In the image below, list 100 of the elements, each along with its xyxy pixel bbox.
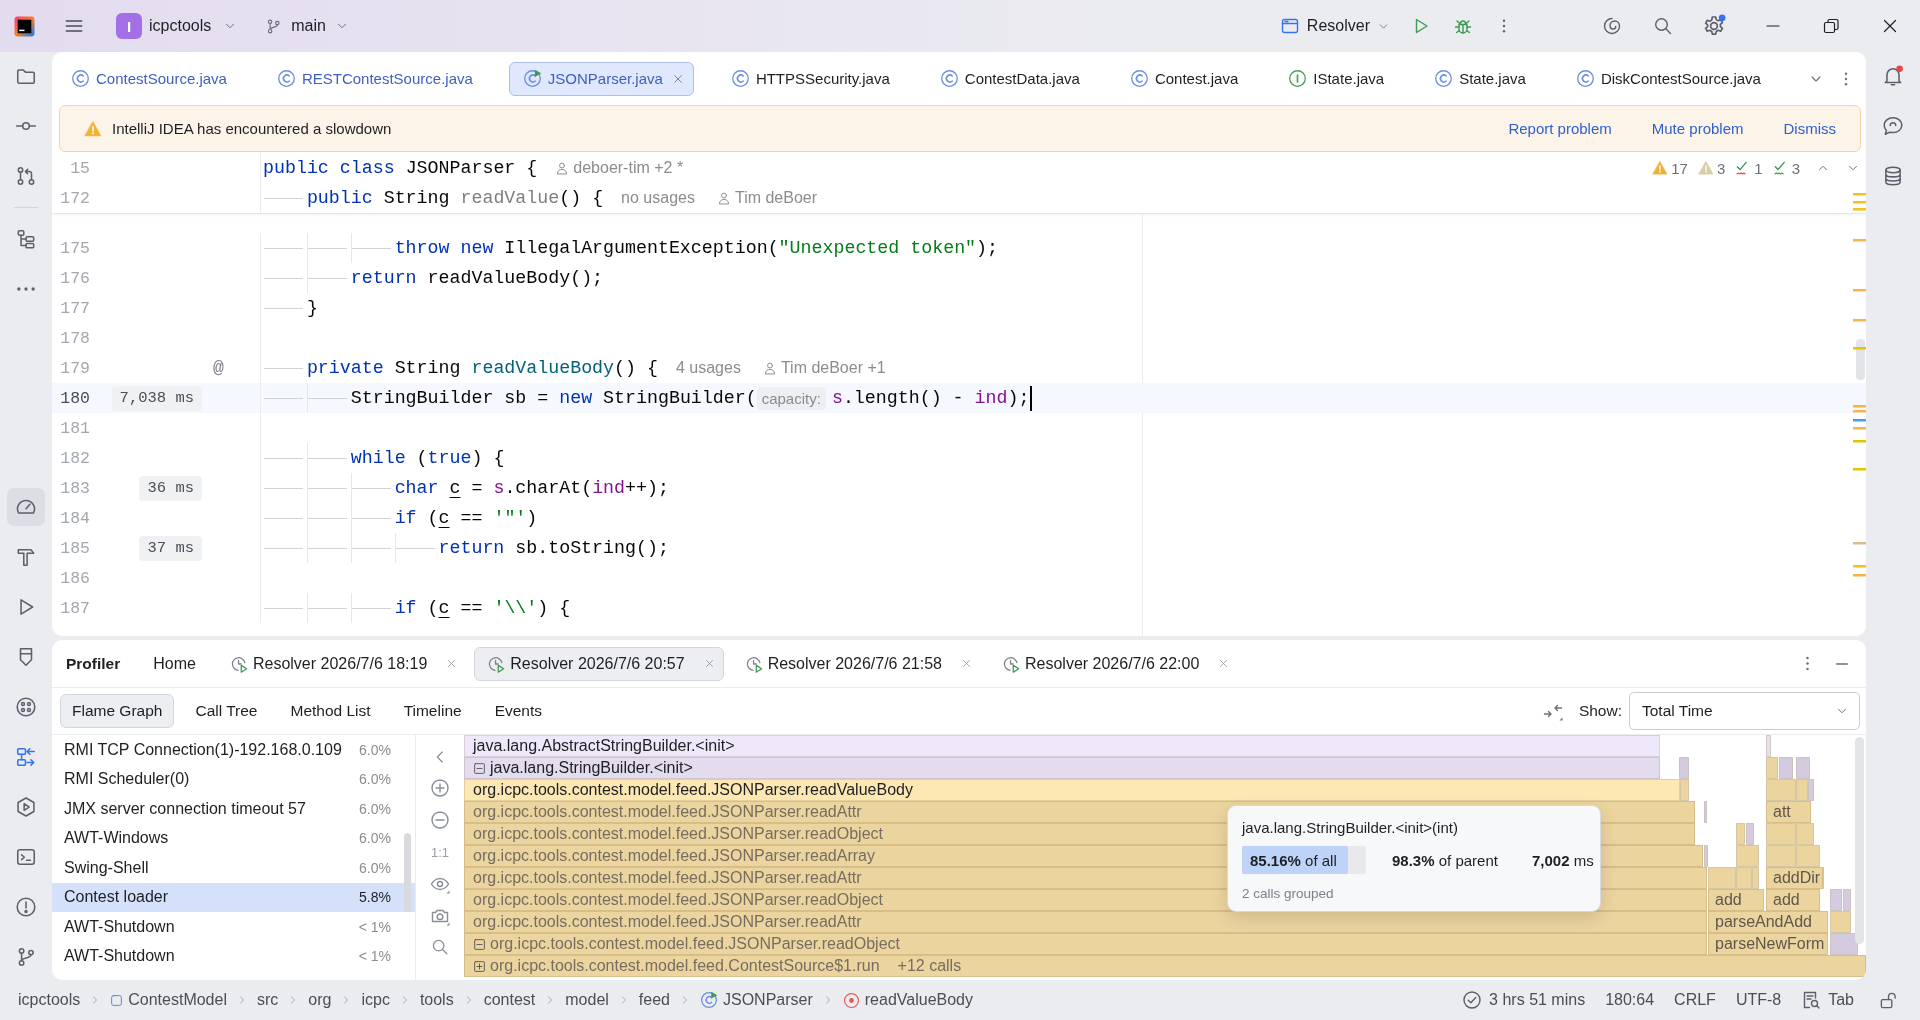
search-icon[interactable] (431, 938, 449, 956)
gauge-icon[interactable] (7, 488, 45, 526)
flame-frame[interactable]: add (1766, 889, 1820, 911)
execution-time[interactable]: 36 ms (139, 475, 202, 501)
flame-frame[interactable]: addDir (1766, 867, 1823, 889)
status-widget[interactable]: Tab (1801, 990, 1854, 1010)
run-configuration-selector[interactable]: Resolver (1279, 16, 1390, 36)
usages-hint[interactable]: no usages (621, 189, 695, 207)
banner-link[interactable]: Dismiss (1783, 120, 1836, 137)
view-tab[interactable]: Flame Graph (60, 694, 175, 728)
inspection-counter[interactable]: 3 (1772, 159, 1800, 177)
flame-frame[interactable]: org.icpc.tools.contest.model.feed.JSONParser.readObject (464, 933, 1707, 955)
spiral-icon[interactable] (1602, 16, 1622, 36)
zoom-in-icon[interactable] (430, 778, 450, 798)
settings-icon[interactable] (1702, 14, 1726, 38)
search-icon[interactable] (1653, 16, 1673, 36)
thread-row[interactable]: AWT-Shutdown < 1% (52, 912, 415, 942)
chat-bubble-icon[interactable] (1882, 115, 1904, 137)
inspection-counter[interactable]: 3 (1697, 159, 1726, 177)
hexagon-play-icon[interactable] (15, 796, 37, 818)
editor-tab[interactable]: IState.java (1274, 61, 1398, 96)
status-widget[interactable]: CRLF (1674, 991, 1716, 1009)
editor-tab[interactable]: State.java (1420, 61, 1539, 96)
plus-square-icon[interactable] (473, 959, 486, 973)
branch-selector[interactable]: main (265, 17, 349, 35)
thread-row[interactable]: AWT-Windows 6.0% (52, 823, 415, 853)
thread-row[interactable]: JMX server connection timeout 57 6.0% (52, 794, 415, 824)
project-selector[interactable]: icpctools (149, 17, 238, 35)
restore-icon[interactable] (1821, 16, 1841, 36)
breadcrumb-item[interactable]: src (256, 991, 279, 1009)
editor-tab[interactable]: HTTPSSecurity.java (716, 61, 903, 96)
thread-row[interactable]: Contest loader 5.8% (52, 882, 415, 912)
thread-row[interactable]: RMI Scheduler(0) 6.0% (52, 764, 415, 794)
alert-icon[interactable] (15, 896, 37, 918)
scrollbar[interactable] (404, 833, 411, 912)
profiler-tab[interactable]: Resolver 2026/7/6 21:58 (731, 646, 981, 681)
breadcrumb-item[interactable]: ContestModel (110, 991, 227, 1009)
line-number: 178 (59, 328, 90, 348)
status-widget[interactable]: UTF-8 (1735, 991, 1782, 1009)
breadcrumb-item[interactable]: feed (638, 991, 670, 1009)
flame-frame[interactable]: att (1766, 801, 1811, 823)
zoom-out-icon[interactable] (430, 810, 450, 830)
status-widget[interactable]: 3 hrs 51 mins (1462, 990, 1586, 1010)
breadcrumb-item[interactable]: JSONParser (700, 991, 813, 1009)
inspection-counter[interactable]: 17 (1652, 159, 1688, 177)
view-tab[interactable]: Method List (278, 694, 383, 728)
flame-frame[interactable]: org.icpc.tools.contest.model.feed.JSONParser.readAttr (464, 911, 1707, 933)
editor-tab[interactable]: RESTContestSource.java (262, 61, 486, 96)
breadcrumb-item[interactable]: tools (419, 991, 454, 1009)
thread-row[interactable]: Swing-Shell 6.0% (52, 853, 415, 883)
thread-name: Swing-Shell (64, 858, 149, 877)
execution-time[interactable]: 7,038 ms (111, 385, 202, 411)
usages-hint[interactable]: 4 usages (675, 359, 741, 377)
flame-frame[interactable]: parseAndAdd (1708, 911, 1828, 933)
database-icon[interactable] (1882, 165, 1904, 187)
breadcrumb-item[interactable]: icpc (361, 991, 390, 1009)
thread-row[interactable]: RMI TCP Connection(1)-192.168.0.109 6.0% (52, 735, 415, 765)
profiler-tab[interactable]: Resolver 2026/7/6 20:57 (474, 646, 724, 681)
minus-square-icon[interactable] (473, 937, 486, 951)
execution-time[interactable]: 37 ms (139, 535, 202, 561)
scrollbar[interactable] (1855, 737, 1864, 944)
breadcrumb-item[interactable]: contest (483, 991, 536, 1009)
breadcrumb-item[interactable]: model (565, 991, 609, 1009)
breadcrumb-item[interactable]: icpctools (18, 991, 81, 1009)
editor-tab[interactable]: DiskContestSource.java (1561, 61, 1774, 96)
editor-tab[interactable]: Contest.java (1115, 61, 1252, 96)
hammer-icon[interactable] (15, 546, 37, 568)
flame-frame[interactable]: parseNewForm (1708, 933, 1828, 955)
flame-frame[interactable]: java.lang.StringBuilder.<init> (464, 757, 1660, 779)
breadcrumb-item[interactable]: readValueBody (842, 991, 973, 1009)
view-tab[interactable]: Call Tree (183, 694, 270, 728)
flame-frame[interactable]: java.lang.AbstractStringBuilder.<init> (464, 735, 1660, 757)
banner-link[interactable]: Report problem (1508, 120, 1612, 137)
banner-link[interactable]: Mute problem (1651, 120, 1744, 137)
flame-frame[interactable]: add (1708, 889, 1764, 911)
dots-circle-icon[interactable] (15, 696, 37, 718)
line-number: 177 (59, 298, 90, 318)
tree-list-icon[interactable] (15, 228, 37, 250)
profiler-tab[interactable]: Home (140, 646, 209, 681)
gutter-at-sign[interactable]: @ (213, 357, 224, 379)
inspection-counter[interactable]: 1 (1735, 159, 1763, 177)
terminal-icon[interactable] (15, 846, 37, 868)
status-widget[interactable]: 180:64 (1605, 991, 1655, 1009)
transfer-icon[interactable] (15, 746, 37, 768)
profiler-tab[interactable]: Resolver 2026/7/6 22:00 (989, 646, 1239, 681)
minus-square-icon[interactable] (473, 761, 486, 775)
editor-tab[interactable]: JSONParser.java (508, 61, 694, 96)
view-tab[interactable]: Events (482, 694, 554, 728)
open-padlock-icon[interactable] (1879, 990, 1898, 1010)
bell-icon[interactable] (1882, 65, 1904, 87)
editor-tab[interactable]: ContestSource.java (57, 61, 240, 96)
show-dropdown[interactable]: Total Time (1629, 692, 1860, 730)
circles-arrow-icon[interactable] (15, 165, 37, 187)
profiler-tab[interactable]: Resolver 2026/7/6 18:19 (216, 646, 467, 681)
breadcrumb-item[interactable]: org (308, 991, 332, 1009)
flame-frame[interactable]: org.icpc.tools.contest.model.feed.ContestSource$1.run +12 calls (464, 955, 1866, 977)
thread-row[interactable]: AWT-Shutdown < 1% (52, 941, 415, 971)
editor-tab[interactable]: ContestData.java (925, 61, 1093, 96)
flame-frame[interactable]: org.icpc.tools.contest.model.feed.JSONParser.readValueBody (464, 779, 1680, 801)
view-tab[interactable]: Timeline (391, 694, 474, 728)
